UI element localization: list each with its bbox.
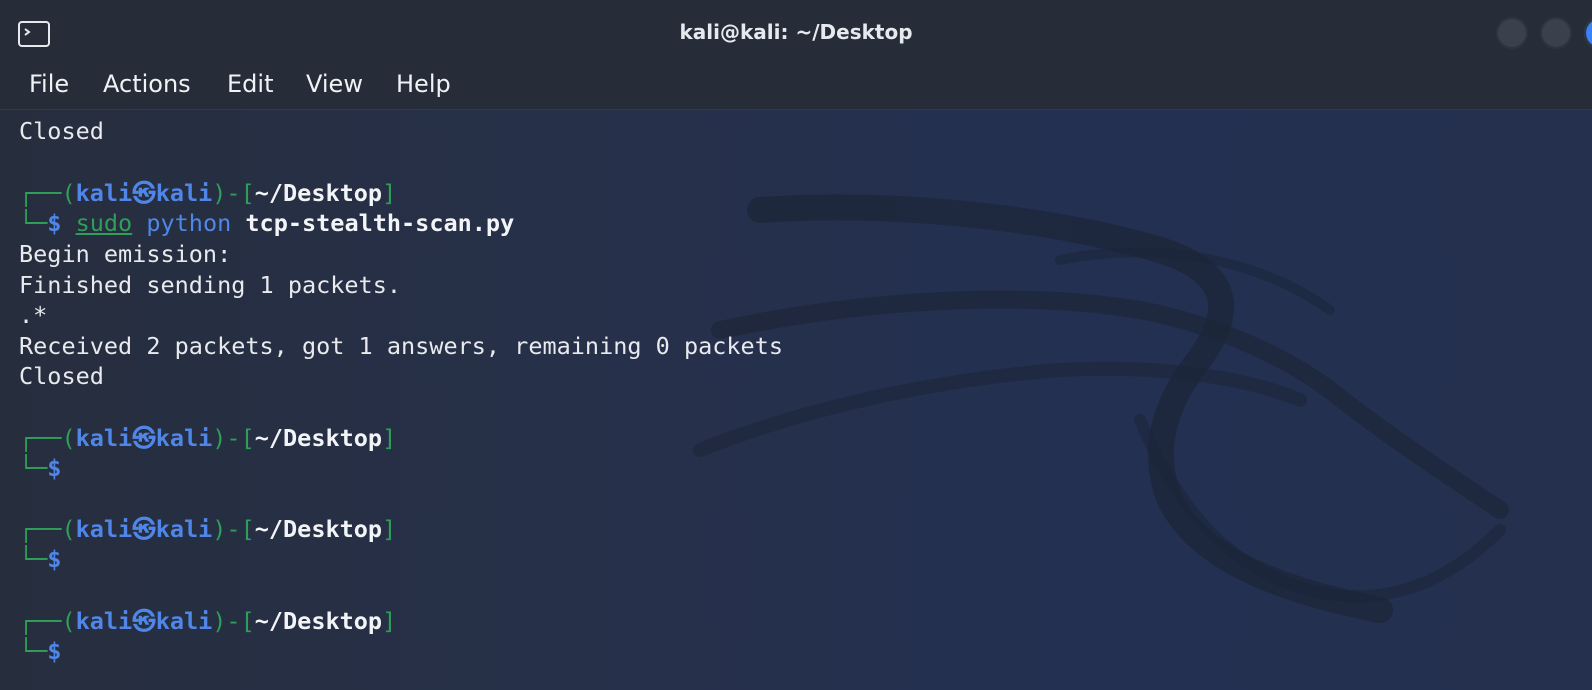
- prompt-host: kali: [155, 424, 213, 452]
- prompt-user: kali: [75, 424, 133, 452]
- menu-view[interactable]: View: [306, 70, 363, 98]
- prompt-host: kali: [155, 515, 213, 543]
- maximize-button[interactable]: [1540, 17, 1572, 49]
- menu-help[interactable]: Help: [396, 70, 451, 98]
- prompt-user: kali: [75, 515, 133, 543]
- prompt-close: ]: [382, 607, 397, 635]
- prompt-close: ]: [382, 515, 397, 543]
- prompt-mid: )-[: [212, 607, 255, 635]
- menu-file[interactable]: File: [29, 70, 69, 98]
- prompt-mid: )-[: [212, 179, 255, 207]
- prompt-corner: ┌──(: [19, 424, 76, 452]
- prompt-line: ┌──(kali㉿kali)-[~/Desktop]: [19, 514, 396, 544]
- prompt-at: ㉿: [132, 607, 156, 635]
- command-sudo: sudo: [75, 209, 133, 237]
- prompt-line: ┌──(kali㉿kali)-[~/Desktop]: [19, 606, 396, 636]
- prompt-arrow: └─: [19, 454, 48, 482]
- prompt-host: kali: [155, 179, 213, 207]
- terminal-output-area[interactable]: Closed ┌──(kali㉿kali)-[~/Desktop] └─$ su…: [0, 110, 1592, 690]
- command-line: └─$ sudo python tcp-stealth-scan.py: [19, 208, 514, 238]
- prompt-at: ㉿: [132, 179, 156, 207]
- menu-edit[interactable]: Edit: [227, 70, 273, 98]
- prompt-mid: )-[: [212, 424, 255, 452]
- prompt-dollar: $: [47, 209, 62, 237]
- prompt-path: ~/Desktop: [254, 515, 383, 543]
- prompt-corner: ┌──(: [19, 179, 76, 207]
- menu-actions[interactable]: Actions: [103, 70, 191, 98]
- prompt-path: ~/Desktop: [254, 424, 383, 452]
- prompt-at: ㉿: [132, 424, 156, 452]
- prompt-mid: )-[: [212, 515, 255, 543]
- terminal-window: kali@kali: ~/Desktop File Actions Edit V…: [0, 0, 1592, 690]
- prompt-corner: ┌──(: [19, 607, 76, 635]
- prompt-path: ~/Desktop: [254, 607, 383, 635]
- output-line: Closed: [19, 362, 104, 390]
- output-line: Begin emission:: [19, 240, 232, 268]
- prompt-dollar: $: [47, 454, 62, 482]
- output-line: Received 2 packets, got 1 answers, remai…: [19, 332, 784, 360]
- prompt-close: ]: [382, 424, 397, 452]
- prompt-host: kali: [155, 607, 213, 635]
- prompt-line: ┌──(kali㉿kali)-[~/Desktop]: [19, 178, 396, 208]
- prompt-dollar: $: [47, 637, 62, 665]
- prompt-close: ]: [382, 179, 397, 207]
- prompt-path: ~/Desktop: [254, 179, 383, 207]
- command-file: tcp-stealth-scan.py: [245, 209, 515, 237]
- prompt-at: ㉿: [132, 515, 156, 543]
- output-line: Closed: [19, 117, 104, 145]
- output-line: Finished sending 1 packets.: [19, 271, 402, 299]
- prompt-input-line[interactable]: └─$: [19, 636, 61, 666]
- prompt-dollar: $: [47, 545, 62, 573]
- window-title: kali@kali: ~/Desktop: [679, 20, 913, 44]
- prompt-arrow: └─: [19, 209, 48, 237]
- prompt-arrow: └─: [19, 637, 48, 665]
- prompt-line: ┌──(kali㉿kali)-[~/Desktop]: [19, 423, 396, 453]
- prompt-user: kali: [75, 607, 133, 635]
- prompt-input-line: └─$: [19, 544, 61, 574]
- prompt-corner: ┌──(: [19, 515, 76, 543]
- prompt-input-line: └─$: [19, 453, 61, 483]
- prompt-arrow: └─: [19, 545, 48, 573]
- minimize-button[interactable]: [1496, 17, 1528, 49]
- title-bar[interactable]: kali@kali: ~/Desktop: [0, 0, 1592, 66]
- prompt-user: kali: [75, 179, 133, 207]
- output-line: .*: [19, 301, 48, 329]
- command-python: python: [146, 209, 232, 237]
- menu-bar: File Actions Edit View Help: [0, 66, 1592, 110]
